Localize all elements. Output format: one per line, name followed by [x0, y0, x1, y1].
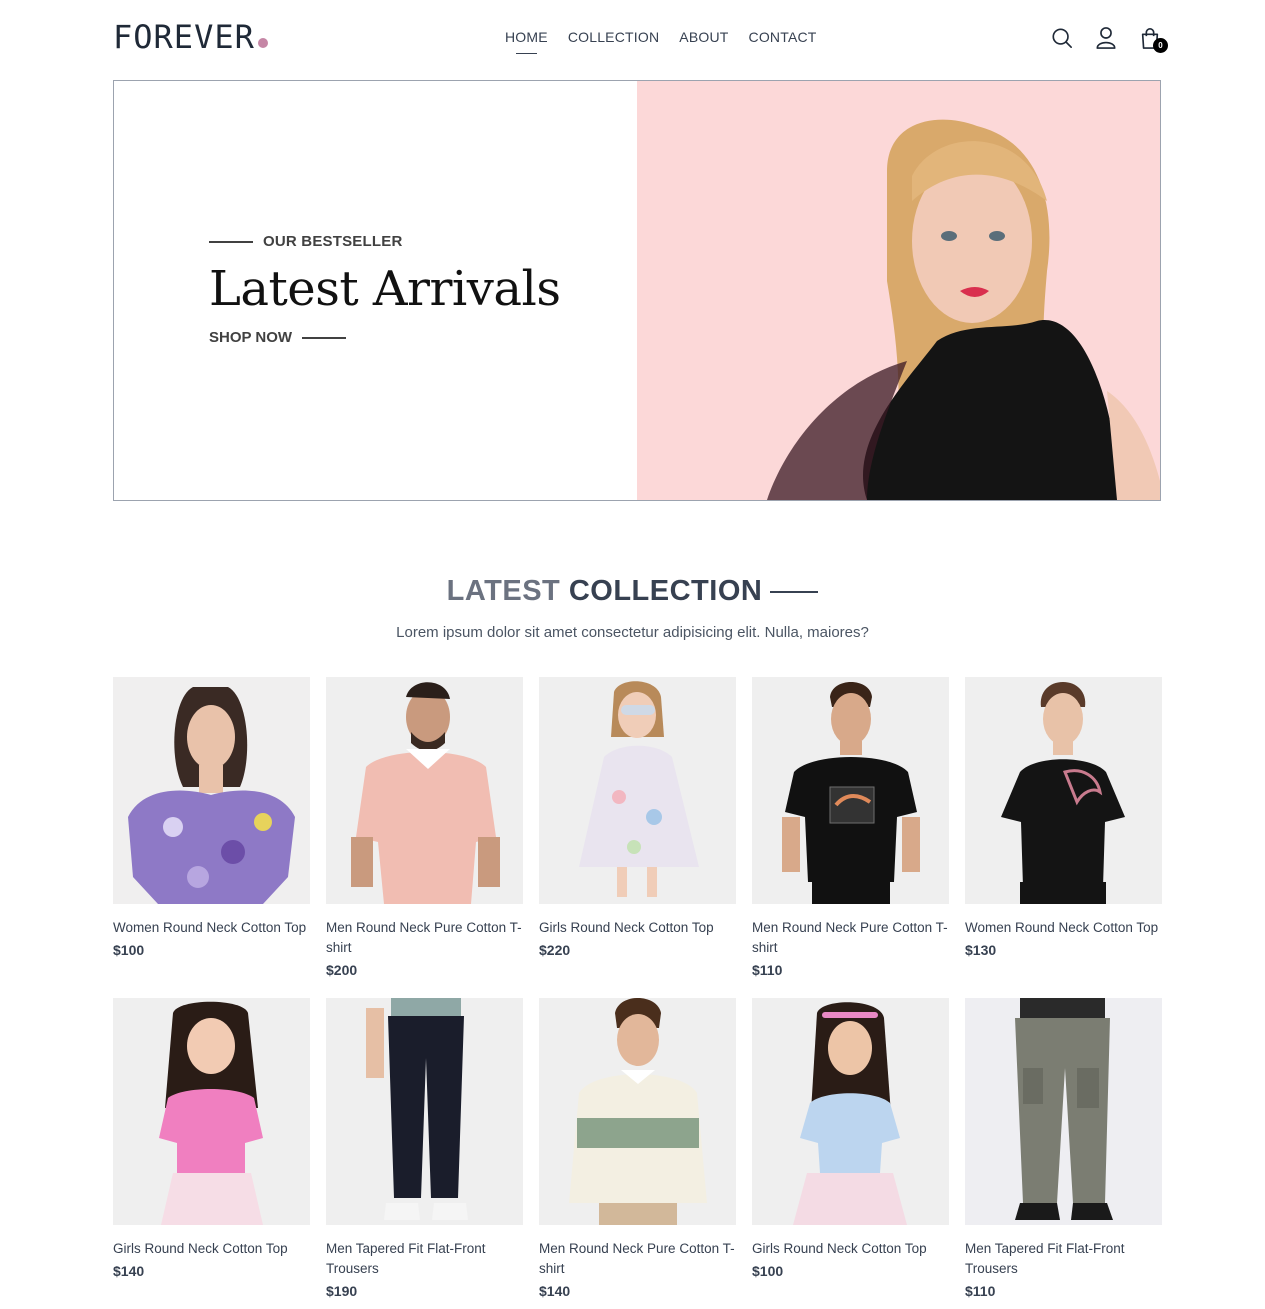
- product-price: $140: [539, 1283, 571, 1299]
- product-image: [752, 998, 949, 1225]
- search-icon[interactable]: [1051, 25, 1073, 51]
- product-price: $110: [752, 962, 783, 978]
- hero-eyebrow-text: OUR BESTSELLER: [263, 233, 403, 250]
- product-image: [539, 998, 736, 1225]
- shop-now-link[interactable]: SHOP NOW: [209, 329, 347, 346]
- nav-collection[interactable]: COLLECTION: [568, 28, 659, 46]
- title-bold: COLLECTION: [568, 575, 763, 607]
- nav-icons: 0: [1051, 25, 1168, 53]
- product-name: Girls Round Neck Cotton Top: [752, 1241, 927, 1256]
- product-name: Men Round Neck Pure Cotton T-shirt: [539, 1241, 735, 1276]
- product-card[interactable]: Women Round Neck Cotton Top $130: [965, 677, 1162, 978]
- product-card[interactable]: Men Round Neck Pure Cotton T-shirt $200: [326, 677, 523, 978]
- shop-now-label: SHOP NOW: [209, 329, 293, 346]
- nav-about[interactable]: ABOUT: [679, 28, 728, 46]
- product-name: Men Round Neck Pure Cotton T-shirt: [752, 920, 948, 955]
- product-name: Women Round Neck Cotton Top: [965, 920, 1159, 935]
- product-card[interactable]: Girls Round Neck Cotton Top $100: [752, 998, 949, 1299]
- product-image: [326, 998, 523, 1225]
- product-price: $130: [965, 942, 997, 958]
- product-card[interactable]: Girls Round Neck Cotton Top $140: [113, 998, 310, 1299]
- product-card[interactable]: Men Round Neck Pure Cotton T-shirt $110: [752, 677, 949, 978]
- product-price: $100: [113, 942, 145, 958]
- product-card[interactable]: Men Round Neck Pure Cotton T-shirt $140: [539, 998, 736, 1299]
- navbar: FOREVER HOME COLLECTION ABOUT CONTACT 0: [113, 0, 1168, 80]
- product-grid: Women Round Neck Cotton Top $100 Men Rou…: [113, 677, 1162, 1299]
- title-line: [770, 591, 819, 594]
- hero-banner: OUR BESTSELLER Latest Arrivals SHOP NOW: [113, 80, 1161, 501]
- product-image: [752, 677, 949, 904]
- cart-icon[interactable]: 0: [1139, 25, 1168, 53]
- product-price: $200: [326, 962, 358, 978]
- hero-title: Latest Arrivals: [209, 261, 561, 317]
- product-image: [326, 677, 523, 904]
- product-image: [113, 677, 310, 904]
- product-image: [113, 998, 310, 1225]
- product-price: $110: [965, 1283, 996, 1299]
- product-card[interactable]: Women Round Neck Cotton Top $100: [113, 677, 310, 978]
- brand-name: FOREVER: [113, 18, 255, 56]
- product-card[interactable]: Girls Round Neck Cotton Top $220: [539, 677, 736, 978]
- product-image: [539, 677, 736, 904]
- logo-dot: [257, 38, 268, 48]
- product-name: Men Round Neck Pure Cotton T-shirt: [326, 920, 522, 955]
- product-price: $100: [752, 1263, 784, 1279]
- product-price: $190: [326, 1283, 358, 1299]
- nav-contact[interactable]: CONTACT: [749, 28, 817, 46]
- divider-line: [209, 240, 253, 243]
- product-name: Girls Round Neck Cotton Top: [539, 920, 714, 935]
- product-price: $140: [113, 1263, 145, 1279]
- section-title: LATEST COLLECTION: [0, 572, 1265, 610]
- title-light: LATEST: [446, 575, 561, 607]
- product-name: Girls Round Neck Cotton Top: [113, 1241, 288, 1256]
- profile-icon[interactable]: [1095, 25, 1117, 51]
- hero-image: [637, 81, 1160, 500]
- divider-line: [302, 336, 347, 339]
- product-price: $220: [539, 942, 571, 958]
- model-illustration: [767, 119, 1160, 500]
- hero-eyebrow: OUR BESTSELLER: [209, 233, 402, 250]
- main-menu: HOME COLLECTION ABOUT CONTACT: [505, 28, 817, 54]
- product-card[interactable]: Men Tapered Fit Flat-Front Trousers $190: [326, 998, 523, 1299]
- section-subtitle: Lorem ipsum dolor sit amet consectetur a…: [396, 624, 869, 641]
- nav-home[interactable]: HOME: [505, 28, 548, 54]
- brand-logo[interactable]: FOREVER: [113, 18, 268, 56]
- product-image: [965, 998, 1162, 1225]
- product-name: Men Tapered Fit Flat-Front Trousers: [326, 1241, 486, 1276]
- product-name: Women Round Neck Cotton Top: [113, 920, 307, 935]
- hero-text-panel: OUR BESTSELLER Latest Arrivals SHOP NOW: [114, 81, 637, 500]
- product-image: [965, 677, 1162, 904]
- product-name: Men Tapered Fit Flat-Front Trousers: [965, 1241, 1125, 1276]
- product-card[interactable]: Men Tapered Fit Flat-Front Trousers $110: [965, 998, 1162, 1299]
- cart-count-badge: 0: [1153, 38, 1168, 53]
